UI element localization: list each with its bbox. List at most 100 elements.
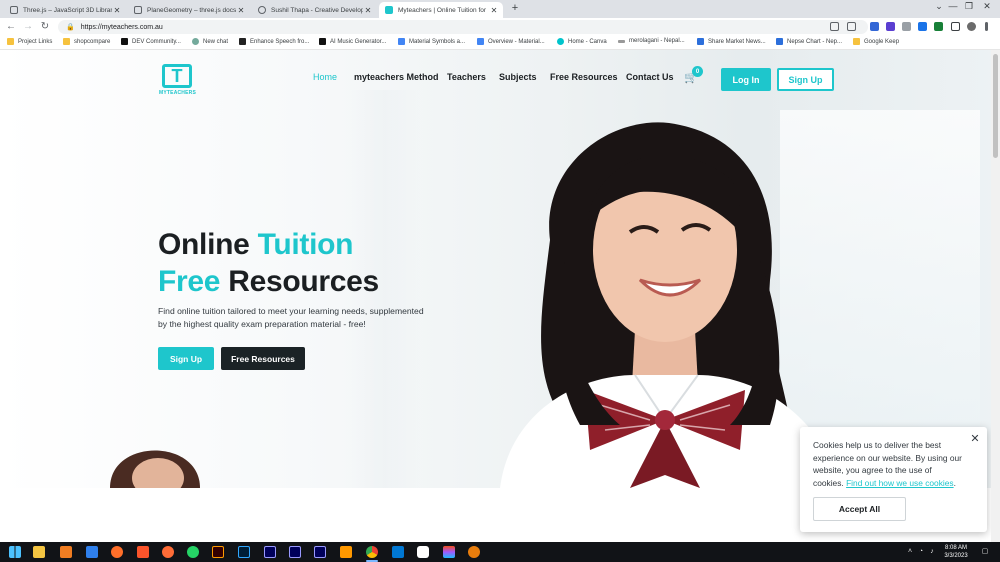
notification-icon[interactable]: ▢: [980, 547, 990, 557]
nav-subjects[interactable]: Subjects: [499, 72, 537, 82]
maximize-button[interactable]: ❐: [962, 1, 976, 12]
close-icon[interactable]: ✕: [969, 433, 981, 445]
bookmark-item[interactable]: Overview - Material...: [477, 38, 545, 45]
windows-taskbar: ˄ ◔ ♪ 8:08 AM 3/3/2023 ▢: [0, 542, 1000, 562]
profile-avatar[interactable]: [967, 22, 976, 31]
close-tab-icon[interactable]: ✕: [489, 6, 499, 15]
tab-planegeometry[interactable]: PlaneGeometry – three.js docs ✕: [128, 2, 250, 18]
postman-icon[interactable]: [162, 546, 174, 558]
bookmark-item[interactable]: AI Music Generator...: [319, 38, 386, 45]
node-icon[interactable]: [86, 546, 98, 558]
slack-icon[interactable]: [417, 546, 429, 558]
accept-all-button[interactable]: Accept All: [813, 497, 906, 521]
address-bar[interactable]: 🔒 https://myteachers.com.au: [58, 20, 868, 34]
nav-home[interactable]: Home: [313, 72, 337, 82]
hero-subtitle: Find online tuition tailored to meet you…: [158, 306, 424, 329]
extension-icon[interactable]: [902, 22, 911, 31]
nav-myteachers-method[interactable]: myteachers Method: [354, 72, 439, 82]
google-keep-icon: [853, 38, 860, 45]
tab-sushil-thapa[interactable]: Sushil Thapa - Creative Develope ✕: [252, 2, 377, 18]
bookmarks-bar: Project Links shopcompare DEV Community.…: [0, 36, 1000, 50]
premiere-icon[interactable]: [314, 546, 326, 558]
file-explorer-icon[interactable]: [33, 546, 45, 558]
url-text: https://myteachers.com.au: [80, 23, 163, 31]
chevron-down-icon[interactable]: ⌄: [932, 1, 946, 12]
tab-title: Myteachers | Online Tuition for: [398, 6, 487, 14]
tab-myteachers[interactable]: Myteachers | Online Tuition for ✕: [379, 2, 503, 18]
hero-heading-accent: Free: [158, 265, 221, 298]
close-tab-icon[interactable]: ✕: [236, 6, 246, 15]
bookmark-item[interactable]: shopcompare: [63, 38, 110, 45]
bookmark-label: Project Links: [18, 38, 53, 45]
new-tab-button[interactable]: +: [509, 2, 521, 14]
chevron-up-icon[interactable]: ˄: [905, 547, 915, 557]
nav-teachers[interactable]: Teachers: [447, 72, 486, 82]
bookmark-item[interactable]: Home - Canva: [557, 38, 607, 45]
back-button[interactable]: ←: [5, 21, 17, 33]
bookmark-item[interactable]: Material Symbols a...: [398, 38, 465, 45]
lock-icon: 🔒: [66, 24, 75, 31]
second-student-photo: [110, 450, 200, 488]
windows-icon[interactable]: [9, 546, 21, 558]
bookmark-item[interactable]: merolagani - Nepal...: [618, 38, 685, 44]
close-tab-icon[interactable]: ✕: [363, 6, 373, 15]
portfolio-icon: [258, 6, 266, 14]
chatgpt-icon: [192, 38, 199, 45]
login-button[interactable]: Log In: [721, 68, 771, 91]
photoshop-icon[interactable]: [238, 546, 250, 558]
extension-icon[interactable]: [934, 22, 943, 31]
bookmark-item[interactable]: Share Market News...: [697, 38, 766, 45]
minimize-button[interactable]: —: [946, 1, 960, 11]
signup-button[interactable]: Sign Up: [777, 68, 834, 91]
side-panel-icon[interactable]: [951, 22, 960, 31]
whatsapp-icon[interactable]: [187, 546, 199, 558]
bookmark-star-icon[interactable]: [847, 22, 856, 31]
bookmark-item[interactable]: Enhance Speech fro...: [239, 38, 309, 45]
nav-contact-us[interactable]: Contact Us: [626, 72, 674, 82]
myteachers-logo[interactable]: T MYTEACHERS: [159, 64, 196, 98]
hero-heading-accent: Tuition: [257, 228, 354, 261]
forward-button[interactable]: →: [22, 21, 34, 33]
bookmark-item[interactable]: Google Keep: [853, 38, 899, 45]
xampp-icon[interactable]: [60, 546, 72, 558]
illustrator-icon[interactable]: [212, 546, 224, 558]
after-effects-icon[interactable]: [264, 546, 276, 558]
cookie-policy-link[interactable]: Find out how we use cookies: [846, 478, 954, 488]
share-icon[interactable]: [830, 22, 839, 31]
extension-icon[interactable]: [918, 22, 927, 31]
blender-icon[interactable]: [468, 546, 480, 558]
more-menu-icon[interactable]: [985, 22, 988, 31]
extension-icon[interactable]: [886, 22, 895, 31]
cart-count-badge: 0: [692, 66, 703, 77]
close-tab-icon[interactable]: ✕: [112, 6, 122, 15]
chrome-icon[interactable]: [366, 546, 378, 558]
scrollbar-thumb[interactable]: [993, 54, 998, 158]
volume-icon[interactable]: ♪: [927, 547, 937, 557]
figma-icon[interactable]: [443, 546, 455, 558]
firefox-icon[interactable]: [111, 546, 123, 558]
merolagani-icon: [618, 39, 625, 43]
bookmark-label: shopcompare: [74, 38, 111, 45]
sublime-icon[interactable]: [340, 546, 352, 558]
bookmark-item[interactable]: DEV Community...: [121, 38, 181, 45]
cookie-text-suffix: .: [953, 478, 956, 489]
close-window-button[interactable]: ✕: [980, 1, 994, 12]
vscode-icon[interactable]: [392, 546, 404, 558]
nav-free-resources[interactable]: Free Resources: [550, 72, 618, 82]
bookmark-item[interactable]: Project Links: [7, 38, 52, 45]
hero-free-resources-button[interactable]: Free Resources: [221, 347, 305, 370]
wifi-icon[interactable]: ◔: [916, 547, 926, 557]
reload-button[interactable]: ↻: [39, 21, 51, 33]
extension-icon[interactable]: [870, 22, 879, 31]
hero-signup-button[interactable]: Sign Up: [158, 347, 214, 370]
media-encoder-icon[interactable]: [289, 546, 301, 558]
brave-icon[interactable]: [137, 546, 149, 558]
bookmark-label: Material Symbols a...: [409, 38, 466, 45]
system-clock[interactable]: 8:08 AM 3/3/2023: [939, 544, 973, 560]
tab-threejs[interactable]: Three.js – JavaScript 3D Library ✕: [4, 2, 126, 18]
bookmark-item[interactable]: New chat: [192, 38, 228, 45]
hero-section: T MYTEACHERS Home myteachers Method Teac…: [0, 50, 1000, 488]
nepse-chart-icon: [776, 38, 783, 45]
bookmark-item[interactable]: Nepse Chart - Nep...: [776, 38, 842, 45]
dev-icon: [121, 38, 128, 45]
